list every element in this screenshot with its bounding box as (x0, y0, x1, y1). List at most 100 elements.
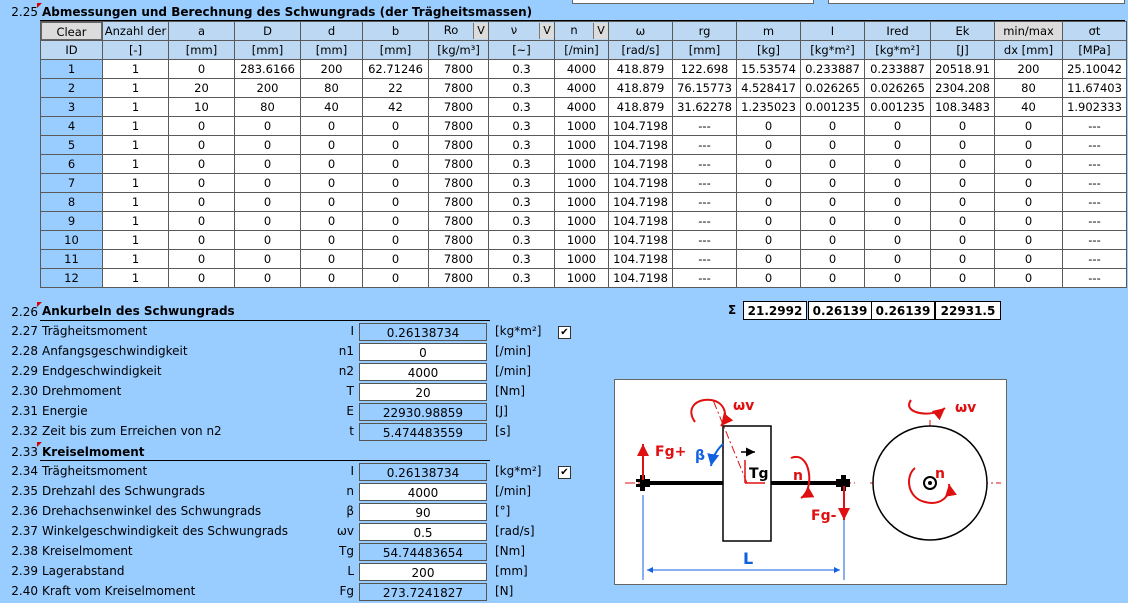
table-cell[interactable]: 0 (234, 230, 301, 250)
table-cell[interactable]: 0 (300, 211, 363, 231)
table-cell[interactable]: 0 (234, 116, 301, 136)
table-cell[interactable]: 0 (994, 211, 1063, 231)
table-cell[interactable]: 7800 (428, 97, 489, 117)
table-cell[interactable]: 0 (300, 268, 363, 288)
table-cell[interactable]: 7800 (428, 78, 489, 98)
table-cell[interactable]: 4000 (554, 97, 609, 117)
table-cell[interactable]: 4000 (554, 59, 609, 79)
table-cell[interactable]: 0 (300, 249, 363, 269)
param-input[interactable]: 0.5 (359, 523, 487, 541)
v-dropdown-button[interactable]: V (539, 23, 554, 39)
table-cell[interactable]: 0.3 (488, 59, 555, 79)
v-dropdown-button[interactable]: V (593, 23, 608, 39)
table-cell[interactable]: 1000 (554, 211, 609, 231)
table-cell[interactable]: 0 (168, 249, 235, 269)
table-cell[interactable]: 283.6166 (234, 59, 301, 79)
clear-button[interactable]: Clear (41, 22, 102, 40)
table-cell[interactable]: 1 (102, 192, 169, 212)
table-cell[interactable]: 7800 (428, 211, 489, 231)
table-cell[interactable]: 200 (300, 59, 363, 79)
table-cell[interactable]: 0 (362, 249, 429, 269)
table-cell[interactable]: 0 (300, 192, 363, 212)
table-cell[interactable]: 0 (168, 173, 235, 193)
table-cell[interactable]: 0 (994, 249, 1063, 269)
table-cell[interactable]: 200 (234, 78, 301, 98)
table-cell[interactable]: 0.3 (488, 249, 555, 269)
table-cell[interactable]: 1 (102, 135, 169, 155)
table-cell[interactable]: 0 (362, 135, 429, 155)
param-input[interactable]: 0 (359, 343, 487, 361)
table-cell[interactable]: 80 (994, 78, 1063, 98)
table-cell[interactable]: 4000 (554, 78, 609, 98)
table-cell[interactable]: 0 (168, 268, 235, 288)
table-cell[interactable]: 200 (994, 59, 1063, 79)
table-cell[interactable]: 0 (168, 59, 235, 79)
table-cell[interactable]: 0.3 (488, 97, 555, 117)
table-cell[interactable]: 0 (168, 116, 235, 136)
checkbox[interactable]: ✔ (558, 466, 571, 479)
table-cell[interactable]: 0 (300, 230, 363, 250)
table-cell[interactable]: 80 (300, 78, 363, 98)
table-cell[interactable]: 0 (994, 135, 1063, 155)
table-cell[interactable]: 0 (994, 268, 1063, 288)
table-cell[interactable]: 1 (102, 268, 169, 288)
table-cell[interactable]: 0.3 (488, 230, 555, 250)
table-cell[interactable]: 0 (362, 192, 429, 212)
table-cell[interactable]: 0 (300, 173, 363, 193)
table-cell[interactable]: 0.3 (488, 173, 555, 193)
table-cell[interactable]: 1000 (554, 173, 609, 193)
table-cell[interactable]: 10 (168, 97, 235, 117)
param-input[interactable]: 4000 (359, 363, 487, 381)
table-cell[interactable]: 1000 (554, 230, 609, 250)
table-cell[interactable]: 0 (362, 116, 429, 136)
table-cell[interactable]: 0 (234, 268, 301, 288)
table-cell[interactable]: 0 (300, 116, 363, 136)
table-cell[interactable]: 7800 (428, 249, 489, 269)
table-cell[interactable]: 7800 (428, 59, 489, 79)
table-cell[interactable]: 7800 (428, 173, 489, 193)
table-cell[interactable]: 0 (300, 135, 363, 155)
table-cell[interactable]: 0 (994, 173, 1063, 193)
table-cell[interactable]: 1 (102, 230, 169, 250)
table-cell[interactable]: 7800 (428, 192, 489, 212)
table-cell[interactable]: 1000 (554, 268, 609, 288)
table-cell[interactable]: 40 (994, 97, 1063, 117)
table-cell[interactable]: 0 (234, 192, 301, 212)
table-cell[interactable]: 7800 (428, 154, 489, 174)
table-cell[interactable]: 1000 (554, 192, 609, 212)
table-cell[interactable]: 1 (102, 249, 169, 269)
table-cell[interactable]: 0 (234, 211, 301, 231)
table-cell[interactable]: 0 (234, 249, 301, 269)
table-cell[interactable]: 1000 (554, 249, 609, 269)
v-dropdown-button[interactable]: V (473, 23, 488, 39)
table-cell[interactable]: 7800 (428, 116, 489, 136)
table-cell[interactable]: 0 (362, 154, 429, 174)
table-cell[interactable]: 0 (168, 230, 235, 250)
table-cell[interactable]: 40 (300, 97, 363, 117)
table-cell[interactable]: 1 (102, 173, 169, 193)
table-cell[interactable]: 1000 (554, 116, 609, 136)
table-cell[interactable]: 0 (362, 230, 429, 250)
table-cell[interactable]: 7800 (428, 268, 489, 288)
table-cell[interactable]: 0 (362, 211, 429, 231)
table-cell[interactable]: 0.3 (488, 268, 555, 288)
table-cell[interactable]: 0.3 (488, 154, 555, 174)
table-cell[interactable]: 1 (102, 154, 169, 174)
table-cell[interactable]: 0 (994, 154, 1063, 174)
table-cell[interactable]: 0 (362, 173, 429, 193)
table-cell[interactable]: 1 (102, 59, 169, 79)
table-cell[interactable]: 1000 (554, 135, 609, 155)
table-cell[interactable]: 0 (168, 135, 235, 155)
table-cell[interactable]: 0 (300, 154, 363, 174)
table-cell[interactable]: 0 (234, 154, 301, 174)
table-cell[interactable]: 0 (234, 135, 301, 155)
table-cell[interactable]: 0.3 (488, 116, 555, 136)
table-cell[interactable]: 1000 (554, 154, 609, 174)
table-cell[interactable]: 0 (994, 192, 1063, 212)
param-input[interactable]: 20 (359, 383, 487, 401)
table-cell[interactable]: 80 (234, 97, 301, 117)
table-cell[interactable]: 62.71246 (362, 59, 429, 79)
table-cell[interactable]: 7800 (428, 135, 489, 155)
table-cell[interactable]: 0.3 (488, 211, 555, 231)
param-input[interactable]: 90 (359, 503, 487, 521)
